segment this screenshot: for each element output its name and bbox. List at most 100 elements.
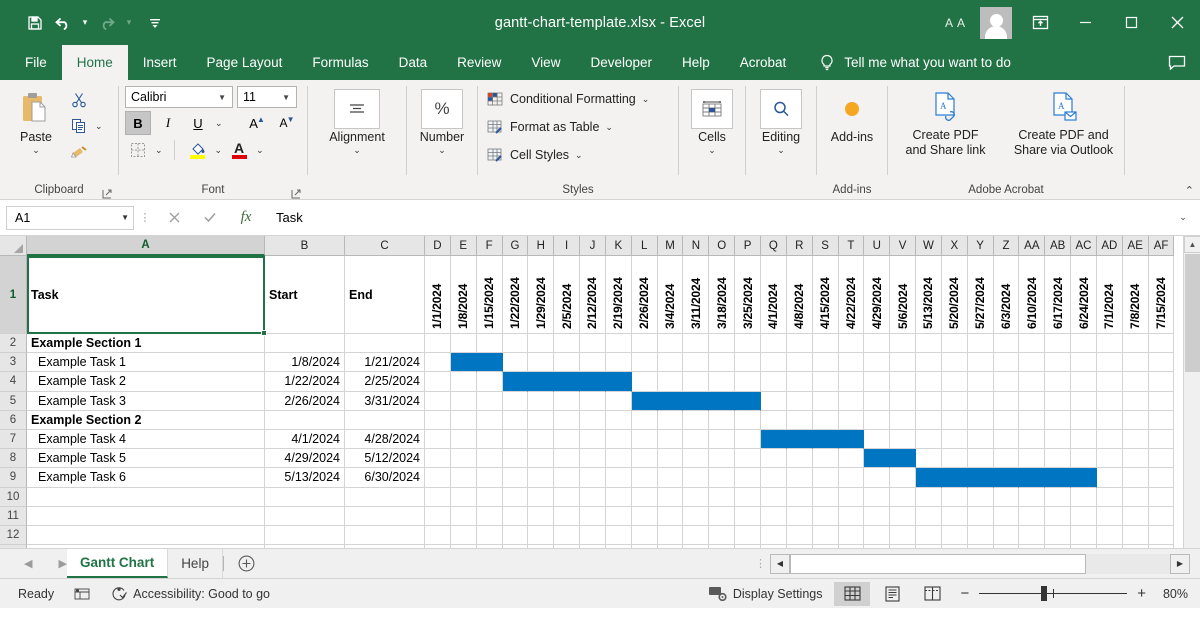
timeline-cell[interactable]	[632, 526, 658, 545]
cell-B4[interactable]: 1/22/2024	[265, 372, 345, 391]
timeline-cell[interactable]	[477, 334, 503, 353]
avatar[interactable]	[980, 7, 1012, 39]
timeline-cell[interactable]	[580, 449, 606, 468]
timeline-cell[interactable]	[709, 411, 735, 430]
timeline-cell[interactable]	[890, 334, 916, 353]
date-header-cell[interactable]: 6/10/2024	[1019, 256, 1045, 334]
timeline-cell[interactable]	[451, 430, 477, 449]
gantt-bar-cell[interactable]	[994, 468, 1020, 487]
timeline-cell[interactable]	[554, 526, 580, 545]
date-header-cell[interactable]: 2/12/2024	[580, 256, 606, 334]
alignment-button[interactable]: Alignment ⌄	[312, 86, 402, 155]
timeline-cell[interactable]	[890, 545, 916, 548]
row-header-1[interactable]: 1	[0, 256, 27, 334]
timeline-cell[interactable]	[658, 334, 684, 353]
timeline-cell[interactable]	[477, 507, 503, 526]
gantt-bar-cell[interactable]	[839, 430, 865, 449]
column-header-R[interactable]: R	[787, 236, 813, 256]
gantt-bar-cell[interactable]	[942, 468, 968, 487]
timeline-cell[interactable]	[787, 526, 813, 545]
timeline-cell[interactable]	[658, 526, 684, 545]
paste-button[interactable]: Paste ⌄	[8, 86, 64, 155]
timeline-cell[interactable]	[658, 507, 684, 526]
timeline-cell[interactable]	[968, 411, 994, 430]
scroll-right-button[interactable]: ▶	[1170, 554, 1190, 574]
timeline-cell[interactable]	[735, 372, 761, 391]
timeline-cell[interactable]	[735, 545, 761, 548]
timeline-cell[interactable]	[1097, 411, 1123, 430]
timeline-cell[interactable]	[1071, 372, 1097, 391]
timeline-cell[interactable]	[1149, 507, 1175, 526]
timeline-cell[interactable]	[994, 430, 1020, 449]
close-button[interactable]	[1154, 0, 1200, 45]
timeline-cell[interactable]	[451, 372, 477, 391]
tell-me-search[interactable]: Tell me what you want to do	[819, 45, 1011, 80]
timeline-cell[interactable]	[451, 507, 477, 526]
timeline-cell[interactable]	[1097, 488, 1123, 507]
timeline-cell[interactable]	[916, 411, 942, 430]
timeline-cell[interactable]	[528, 468, 554, 487]
undo-icon[interactable]	[50, 9, 76, 37]
chevron-down-icon[interactable]: ⌄	[575, 150, 583, 160]
timeline-cell[interactable]	[1149, 334, 1175, 353]
timeline-cell[interactable]	[994, 411, 1020, 430]
timeline-cell[interactable]	[709, 353, 735, 372]
timeline-cell[interactable]	[1045, 488, 1071, 507]
cell-B6[interactable]	[265, 411, 345, 430]
timeline-cell[interactable]	[528, 392, 554, 411]
timeline-cell[interactable]	[1097, 526, 1123, 545]
comments-icon[interactable]	[1154, 45, 1200, 80]
timeline-cell[interactable]	[658, 468, 684, 487]
tab-help[interactable]: Help	[667, 45, 725, 80]
timeline-cell[interactable]	[813, 526, 839, 545]
cell-A11[interactable]	[27, 507, 265, 526]
column-header-H[interactable]: H	[528, 236, 554, 256]
sheet-nav-arrows[interactable]: ◀ ▶	[0, 549, 67, 578]
cell-A13[interactable]	[27, 545, 265, 548]
copy-chevron-down-icon[interactable]: ⌄	[92, 121, 103, 131]
timeline-cell[interactable]	[1097, 545, 1123, 548]
timeline-cell[interactable]	[1019, 392, 1045, 411]
timeline-cell[interactable]	[1045, 449, 1071, 468]
gantt-bar-cell[interactable]	[528, 372, 554, 391]
date-header-cell[interactable]: 4/22/2024	[839, 256, 865, 334]
timeline-cell[interactable]	[580, 353, 606, 372]
timeline-cell[interactable]	[735, 507, 761, 526]
addins-button[interactable]: Add-ins	[819, 86, 885, 145]
gantt-bar-cell[interactable]	[968, 468, 994, 487]
timeline-cell[interactable]	[503, 353, 529, 372]
timeline-cell[interactable]	[864, 372, 890, 391]
timeline-cell[interactable]	[994, 334, 1020, 353]
date-header-cell[interactable]: 2/26/2024	[632, 256, 658, 334]
date-header-cell[interactable]: 7/8/2024	[1123, 256, 1149, 334]
tab-data[interactable]: Data	[384, 45, 443, 80]
date-header-cell[interactable]: 1/22/2024	[503, 256, 529, 334]
timeline-cell[interactable]	[864, 545, 890, 548]
timeline-cell[interactable]	[1097, 334, 1123, 353]
timeline-cell[interactable]	[632, 334, 658, 353]
timeline-cell[interactable]	[606, 545, 632, 548]
timeline-cell[interactable]	[1045, 430, 1071, 449]
timeline-cell[interactable]	[787, 449, 813, 468]
formula-input[interactable]: Task	[264, 206, 1172, 230]
timeline-cell[interactable]	[709, 526, 735, 545]
timeline-cell[interactable]	[1045, 545, 1071, 548]
timeline-cell[interactable]	[709, 488, 735, 507]
date-header-cell[interactable]: 6/3/2024	[994, 256, 1020, 334]
timeline-cell[interactable]	[606, 430, 632, 449]
timeline-cell[interactable]	[683, 430, 709, 449]
font-color-chevron-down-icon[interactable]: ⌄	[256, 145, 264, 155]
timeline-cell[interactable]	[787, 334, 813, 353]
timeline-cell[interactable]	[658, 430, 684, 449]
timeline-cell[interactable]	[839, 507, 865, 526]
timeline-cell[interactable]	[580, 488, 606, 507]
column-header-F[interactable]: F	[477, 236, 503, 256]
timeline-cell[interactable]	[968, 507, 994, 526]
timeline-cell[interactable]	[839, 449, 865, 468]
timeline-cell[interactable]	[528, 353, 554, 372]
clipboard-dialog-launcher-icon[interactable]	[102, 189, 112, 199]
customize-qat-icon[interactable]	[148, 9, 162, 37]
insert-function-icon[interactable]: fx	[228, 206, 264, 230]
timeline-cell[interactable]	[813, 372, 839, 391]
timeline-cell[interactable]	[709, 430, 735, 449]
